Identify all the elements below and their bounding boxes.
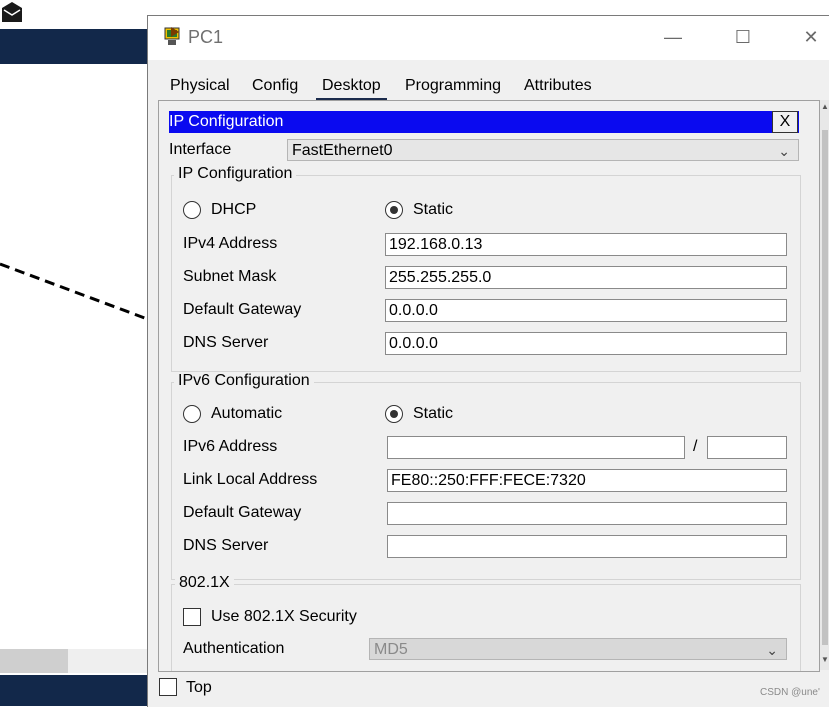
ipv6-dns-server-label: DNS Server — [183, 537, 269, 554]
window-title: PC1 — [188, 27, 224, 47]
ipv4-static-label: Static — [413, 201, 454, 218]
link-local-address-input[interactable]: FE80::250:FFF:FECE:7320 — [387, 469, 787, 492]
background-scrollbar-track[interactable] — [68, 649, 150, 673]
ipv6-dns-server-input[interactable] — [387, 535, 787, 558]
maximize-button[interactable]: ☐ — [728, 22, 758, 52]
ipv4-static-radio[interactable] — [385, 201, 403, 219]
dhcp-radio[interactable] — [183, 201, 201, 219]
ip-configuration-header-title: IP Configuration — [169, 113, 284, 130]
authentication-label: Authentication — [183, 640, 285, 657]
ipv4-address-input[interactable]: 192.168.0.13 — [385, 233, 787, 256]
desktop-panel: IP Configuration X Interface FastEtherne… — [158, 100, 820, 672]
watermark-text: CSDN @une' — [760, 687, 820, 698]
window-footer: Top — [148, 674, 829, 707]
ipv6-group-title: IPv6 Configuration — [174, 372, 314, 390]
ipv6-static-radio[interactable] — [385, 405, 403, 423]
chevron-down-icon: ⌄ — [778, 143, 790, 159]
subnet-mask-input[interactable]: 255.255.255.0 — [385, 266, 787, 289]
dhcp-label: DHCP — [211, 201, 257, 218]
tab-programming[interactable]: Programming — [399, 72, 507, 100]
ip-configuration-close-button[interactable]: X — [772, 111, 798, 133]
use-8021x-security-checkbox[interactable] — [183, 608, 201, 626]
interface-label: Interface — [169, 141, 232, 158]
panel-vertical-scrollbar[interactable]: ▲ ▼ — [820, 100, 829, 670]
automatic-label: Automatic — [211, 405, 283, 422]
title-bar[interactable]: PC1 — ☐ ✕ — [148, 16, 829, 60]
ipv6-address-input[interactable] — [387, 436, 685, 459]
scroll-up-arrow-icon[interactable]: ▲ — [821, 102, 829, 111]
authentication-select-value: MD5 — [374, 641, 408, 658]
dot1x-group-title: 802.1X — [175, 574, 234, 592]
pc-app-icon — [164, 27, 180, 45]
ipv4-default-gateway-input[interactable]: 0.0.0.0 — [385, 299, 787, 322]
subnet-mask-label: Subnet Mask — [183, 268, 277, 285]
automatic-radio[interactable] — [183, 405, 201, 423]
prefix-separator: / — [693, 438, 698, 455]
tab-desktop[interactable]: Desktop — [316, 72, 387, 101]
top-checkbox[interactable] — [159, 678, 177, 696]
background-app-statusbar — [0, 675, 150, 706]
ipv6-default-gateway-input[interactable] — [387, 502, 787, 525]
top-label: Top — [186, 679, 212, 696]
scroll-down-arrow-icon[interactable]: ▼ — [821, 655, 829, 664]
minimize-button[interactable]: — — [658, 22, 688, 52]
ipv4-dns-server-label: DNS Server — [183, 334, 269, 351]
ipv6-prefix-length-input[interactable] — [707, 436, 787, 459]
ipv4-dns-server-input[interactable]: 0.0.0.0 — [385, 332, 787, 355]
link-local-address-label: Link Local Address — [183, 471, 318, 488]
close-button[interactable]: ✕ — [796, 22, 826, 52]
background-app-toolbar — [0, 29, 150, 64]
interface-select-value: FastEthernet0 — [292, 142, 393, 159]
envelope-icon[interactable] — [0, 0, 24, 24]
ipv6-address-label: IPv6 Address — [183, 438, 278, 455]
ipv4-group-title: IP Configuration — [174, 165, 297, 183]
pc1-window: PC1 — ☐ ✕ Physical Config Desktop Progra… — [147, 15, 829, 707]
authentication-select: MD5 ⌄ — [369, 638, 787, 660]
tab-physical[interactable]: Physical — [164, 72, 236, 100]
ipv4-default-gateway-label: Default Gateway — [183, 301, 302, 318]
network-link-line — [0, 262, 150, 322]
chevron-down-icon: ⌄ — [766, 642, 778, 658]
interface-select[interactable]: FastEthernet0 ⌄ — [287, 139, 799, 161]
ipv6-default-gateway-label: Default Gateway — [183, 504, 302, 521]
tab-attributes[interactable]: Attributes — [518, 72, 598, 100]
scrollbar-thumb[interactable] — [822, 130, 828, 645]
tab-config[interactable]: Config — [246, 72, 304, 100]
ip-configuration-header: IP Configuration X — [169, 111, 799, 133]
use-8021x-security-label: Use 802.1X Security — [211, 608, 357, 625]
ipv4-address-label: IPv4 Address — [183, 235, 278, 252]
background-scrollbar-thumb[interactable] — [0, 649, 68, 673]
ipv6-static-label: Static — [413, 405, 454, 422]
